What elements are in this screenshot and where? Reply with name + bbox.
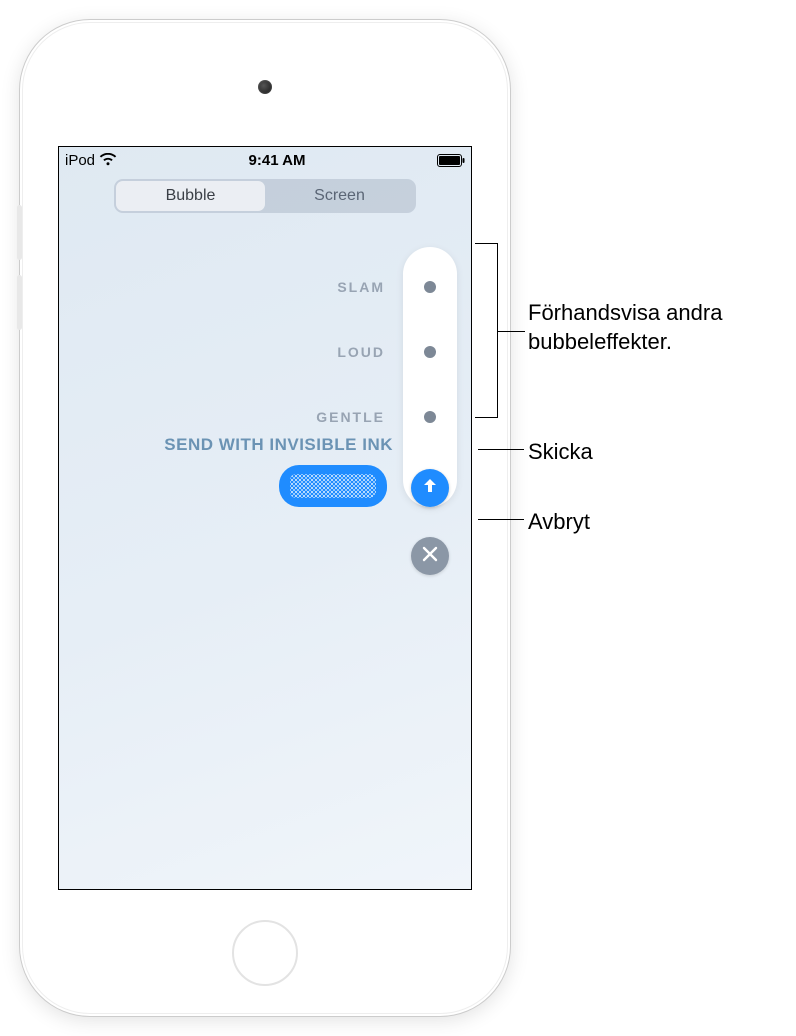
effect-mode-segmented-control: Bubble Screen — [114, 179, 416, 213]
callout-send: Skicka — [528, 438, 593, 467]
tab-bubble[interactable]: Bubble — [116, 181, 265, 211]
effect-indicator — [403, 411, 457, 423]
effect-label: SLAM — [337, 279, 385, 295]
status-bar: iPod 9:41 AM — [59, 147, 471, 173]
effect-label: LOUD — [337, 344, 385, 360]
effect-indicator — [403, 281, 457, 293]
tab-screen[interactable]: Screen — [265, 181, 414, 211]
status-time: 9:41 AM — [117, 152, 437, 169]
wifi-icon — [99, 153, 117, 167]
front-camera — [258, 80, 272, 94]
home-button[interactable] — [232, 920, 298, 986]
ipod-device-frame: iPod 9:41 AM Bubble Screen SLAM — [20, 20, 510, 1016]
message-preview-bubble — [279, 465, 387, 507]
battery-icon — [437, 154, 465, 167]
callout-line — [478, 449, 524, 450]
effect-indicator — [403, 346, 457, 358]
send-button[interactable] — [411, 469, 449, 507]
cancel-button[interactable] — [411, 537, 449, 575]
callout-cancel: Avbryt — [528, 508, 590, 537]
carrier-label: iPod — [65, 152, 95, 169]
arrow-up-icon — [420, 476, 440, 501]
effect-option-slam[interactable]: SLAM — [58, 257, 457, 317]
volume-down-button[interactable] — [17, 275, 22, 330]
close-icon — [421, 545, 439, 568]
callout-line — [478, 519, 524, 520]
invisible-ink-effect — [290, 474, 376, 497]
effect-option-loud[interactable]: LOUD — [58, 322, 457, 382]
volume-up-button[interactable] — [17, 205, 22, 260]
effect-label: GENTLE — [316, 409, 385, 425]
device-screen: iPod 9:41 AM Bubble Screen SLAM — [58, 146, 472, 890]
callout-preview-effects: Förhandsvisa andra bubbeleffekter. — [528, 299, 788, 356]
effect-option-invisible-ink-label: SEND WITH INVISIBLE INK — [164, 435, 393, 455]
